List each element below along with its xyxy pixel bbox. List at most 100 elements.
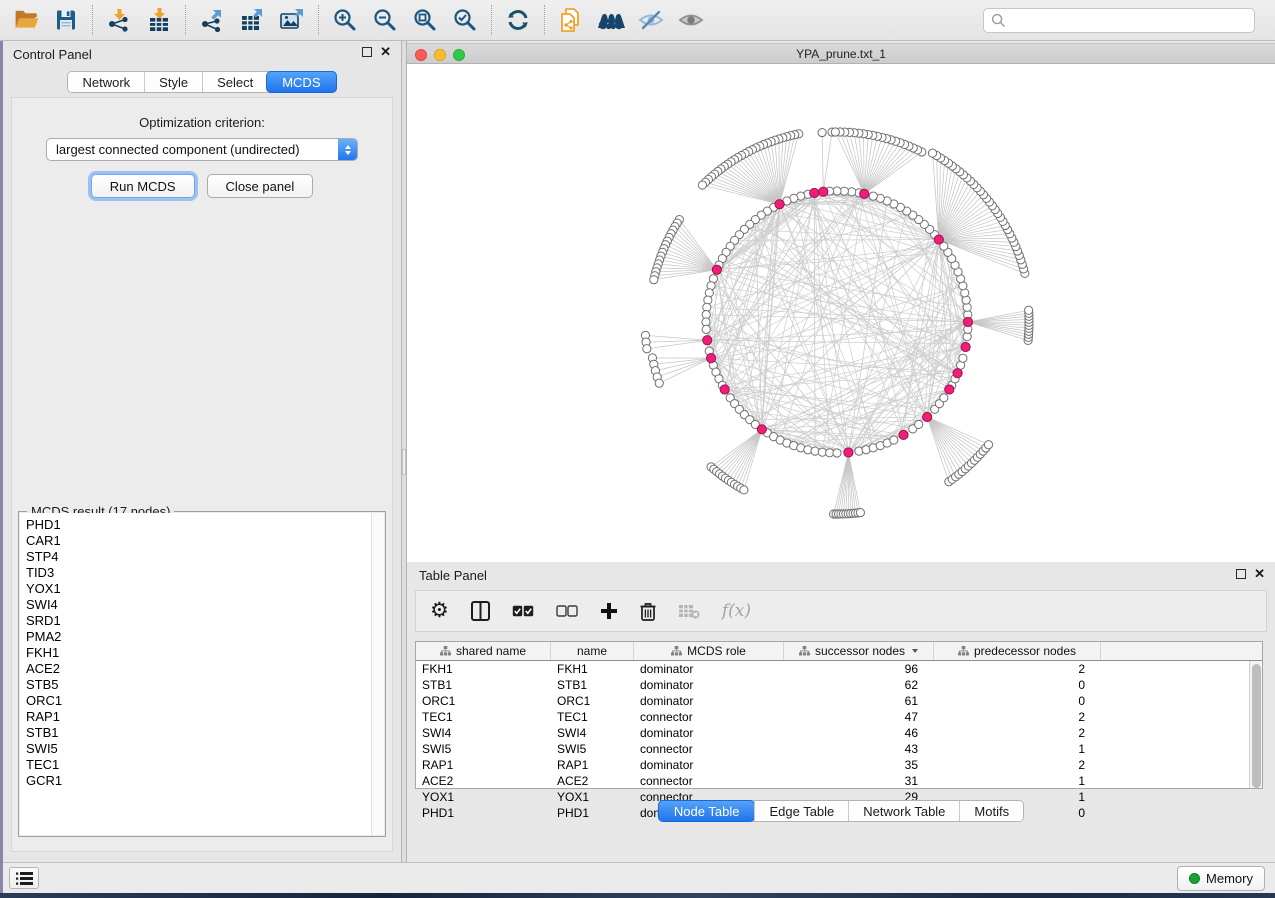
copy-network-button[interactable] <box>551 3 591 37</box>
table-row[interactable]: SWI4SWI4dominator462 <box>416 725 1262 741</box>
search-box[interactable] <box>983 8 1255 33</box>
column-header-name[interactable]: name <box>551 642 634 660</box>
control-panel-title: Control Panel <box>13 47 92 62</box>
window-close-icon[interactable] <box>415 49 427 61</box>
import-network-button[interactable] <box>99 3 139 37</box>
mcds-result-item[interactable]: SWI4 <box>26 597 384 613</box>
column-type-icon <box>671 646 682 656</box>
export-image-button[interactable] <box>272 3 312 37</box>
mcds-result-item[interactable]: STB5 <box>26 677 384 693</box>
mcds-result-item[interactable]: ACE2 <box>26 661 384 677</box>
task-history-button[interactable] <box>9 867 39 889</box>
table-cell: connector <box>634 774 784 788</box>
mcds-result-item[interactable]: STB1 <box>26 725 384 741</box>
mcds-result-list[interactable]: PHD1CAR1STP4TID3YOX1SWI4SRD1PMA2FKH1ACE2… <box>20 513 384 835</box>
tab-mcds[interactable]: MCDS <box>266 71 336 93</box>
export-network-button[interactable] <box>192 3 232 37</box>
mcds-list-scrollbar[interactable] <box>371 513 384 835</box>
delete-table-button[interactable] <box>678 603 700 619</box>
mcds-result-item[interactable]: SRD1 <box>26 613 384 629</box>
splitter-grip[interactable] <box>402 449 406 475</box>
table-cell: 62 <box>784 678 934 692</box>
add-column-button[interactable] <box>600 602 618 620</box>
import-table-button[interactable] <box>139 3 179 37</box>
show-all-button[interactable] <box>671 3 711 37</box>
deselect-all-button[interactable] <box>556 605 578 617</box>
column-header-predecessor-nodes[interactable]: predecessor nodes <box>934 642 1101 660</box>
table-row[interactable]: ORC1ORC1dominator610 <box>416 693 1262 709</box>
tab-edge-table[interactable]: Edge Table <box>754 801 848 821</box>
table-cell: 2 <box>934 726 1101 740</box>
search-input[interactable] <box>1011 13 1254 28</box>
mcds-result-item[interactable]: TEC1 <box>26 757 384 773</box>
table-row[interactable]: ACE2ACE2connector311 <box>416 773 1262 789</box>
mcds-result-item[interactable]: YOX1 <box>26 581 384 597</box>
table-cell: 0 <box>934 694 1101 708</box>
table-scrollbar[interactable] <box>1249 661 1262 788</box>
function-builder-button[interactable]: f(x) <box>722 601 751 621</box>
show-columns-button[interactable] <box>471 601 490 621</box>
mcds-result-item[interactable]: GCR1 <box>26 773 384 789</box>
first-neighbors-button[interactable] <box>591 3 631 37</box>
float-panel-icon[interactable] <box>1236 569 1246 579</box>
column-header-mcds-role[interactable]: MCDS role <box>634 642 784 660</box>
table-settings-button[interactable]: ⚙ <box>430 601 449 621</box>
table-cell: SWI4 <box>551 726 634 740</box>
window-maximize-icon[interactable] <box>453 49 465 61</box>
table-row[interactable]: TEC1TEC1connector472 <box>416 709 1262 725</box>
control-panel: Control Panel ✕ Network Style Select MCD… <box>3 41 401 862</box>
close-panel-button[interactable]: Close panel <box>207 174 314 198</box>
table-cell: 1 <box>934 742 1101 756</box>
tab-node-table[interactable]: Node Table <box>658 800 756 822</box>
tab-network[interactable]: Network <box>68 72 144 92</box>
mcds-result-item[interactable]: PHD1 <box>26 517 384 533</box>
table-row[interactable]: FKH1FKH1dominator962 <box>416 661 1262 677</box>
export-table-button[interactable] <box>232 3 272 37</box>
mcds-result-item[interactable]: FKH1 <box>26 645 384 661</box>
control-panel-tabs: Network Style Select MCDS <box>3 71 401 93</box>
column-header-successor-nodes[interactable]: successor nodes <box>784 642 934 660</box>
zoom-out-button[interactable] <box>365 3 405 37</box>
close-panel-icon[interactable]: ✕ <box>380 47 391 57</box>
zoom-in-button[interactable] <box>325 3 365 37</box>
refresh-button[interactable] <box>498 3 538 37</box>
zoom-selected-icon <box>452 7 478 33</box>
refresh-icon <box>505 7 531 33</box>
close-panel-icon[interactable]: ✕ <box>1254 569 1265 579</box>
zoom-fit-button[interactable] <box>405 3 445 37</box>
window-minimize-icon[interactable] <box>434 49 446 61</box>
float-panel-icon[interactable] <box>362 47 372 57</box>
network-window-titlebar[interactable]: YPA_prune.txt_1 <box>407 43 1275 64</box>
mcds-result-item[interactable]: ORC1 <box>26 693 384 709</box>
mcds-result-item[interactable]: CAR1 <box>26 533 384 549</box>
hide-selected-button[interactable] <box>631 3 671 37</box>
tab-style[interactable]: Style <box>144 72 202 92</box>
table-row[interactable]: STB1STB1dominator620 <box>416 677 1262 693</box>
optimization-criterion-label: Optimization criterion: <box>12 115 392 130</box>
optimization-criterion-select[interactable]: largest connected component (undirected) <box>46 138 358 161</box>
tab-select[interactable]: Select <box>202 72 267 92</box>
table-row[interactable]: RAP1RAP1dominator352 <box>416 757 1262 773</box>
column-header-shared-name[interactable]: shared name <box>416 642 551 660</box>
toolbar-separator <box>185 5 186 35</box>
mcds-result-item[interactable]: RAP1 <box>26 709 384 725</box>
table-cell: connector <box>634 710 784 724</box>
toolbar-separator <box>491 5 492 35</box>
tab-network-table[interactable]: Network Table <box>848 801 959 821</box>
save-button[interactable] <box>46 3 86 37</box>
delete-column-button[interactable] <box>640 602 656 621</box>
open-button[interactable] <box>6 3 46 37</box>
zoom-selected-button[interactable] <box>445 3 485 37</box>
memory-button[interactable]: Memory <box>1177 866 1265 891</box>
run-mcds-button[interactable]: Run MCDS <box>91 174 195 198</box>
table-row[interactable]: SWI5SWI5connector431 <box>416 741 1262 757</box>
network-canvas[interactable] <box>407 64 1275 562</box>
mcds-result-item[interactable]: TID3 <box>26 565 384 581</box>
table-cell: 31 <box>784 774 934 788</box>
mcds-result-item[interactable]: PMA2 <box>26 629 384 645</box>
tab-motifs[interactable]: Motifs <box>959 801 1023 821</box>
select-all-button[interactable] <box>512 605 534 617</box>
mcds-result-item[interactable]: SWI5 <box>26 741 384 757</box>
table-scrollbar-thumb[interactable] <box>1252 664 1261 788</box>
mcds-result-item[interactable]: STP4 <box>26 549 384 565</box>
